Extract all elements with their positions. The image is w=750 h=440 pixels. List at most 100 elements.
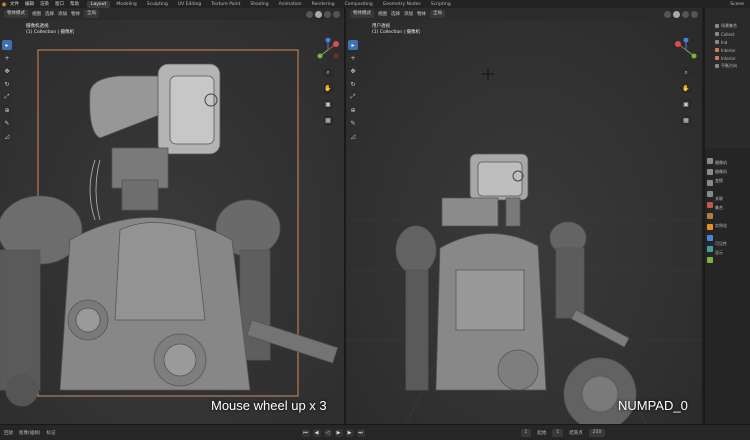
right-rendered-shading-icon[interactable] [691,10,698,18]
modifier-properties-icon[interactable] [706,235,713,241]
outliner-row[interactable]: 平衡方向 [705,62,750,70]
left-perspective-grid-icon[interactable]: ▦ [322,115,334,126]
menu-edit[interactable]: 编辑 [25,1,34,7]
left-zoom-icon[interactable]: ⌕ [322,67,334,78]
prop-row[interactable]: 变换 [715,176,750,185]
start-frame-field[interactable]: 1 [552,428,564,437]
render-properties-icon[interactable] [706,169,713,175]
prop-row[interactable]: 关联 [715,194,750,203]
tab-animation[interactable]: Animation [275,1,306,8]
outliner-row[interactable]: Collect [705,30,750,38]
right-axis-gizmo-icon[interactable] [674,38,698,62]
tool-properties-icon[interactable] [706,158,713,164]
left-camera-view-icon[interactable]: ▣ [322,99,334,110]
left-axis-gizmo-icon[interactable] [316,38,340,62]
physics-properties-icon[interactable] [706,246,713,252]
timeline-marker-menu[interactable]: 标记 [47,430,56,436]
left-material-shading-icon[interactable] [324,10,331,18]
outliner-row[interactable]: Interior [705,54,750,62]
tab-modeling[interactable]: Modeling [112,1,140,8]
outliner-row[interactable]: Interior [705,46,750,54]
right-menu-select[interactable]: 选择 [391,11,400,17]
outliner-row[interactable]: Ind [705,38,750,46]
right-wireframe-shading-icon[interactable] [664,10,671,18]
scene-selector[interactable]: Scene [730,2,744,7]
right-transform-orientation[interactable]: 全局 [430,10,445,18]
measure-tool-icon[interactable]: ◿ [2,131,12,141]
left-menu-view[interactable]: 视图 [32,11,41,17]
right-pan-hand-icon[interactable]: ✋ [680,83,692,94]
menu-file[interactable]: 文件 [10,1,19,7]
right-transform-tool-icon[interactable]: ⊕ [348,105,358,115]
right-camera-view-icon[interactable]: ▣ [680,99,692,110]
right-menu-add[interactable]: 添加 [404,11,413,17]
right-3d-viewport[interactable]: 用户透视 (1) Collection | 摄像机 ▸ + ✥ ↻ ⤢ ⊕ ✎ … [346,20,702,424]
camera-data-properties-icon[interactable] [706,257,713,263]
right-material-shading-icon[interactable] [682,10,689,18]
rotate-tool-icon[interactable]: ↻ [2,79,12,89]
play-icon[interactable]: ▶ [334,428,343,437]
tab-layout[interactable]: Layout [87,0,111,8]
right-perspective-grid-icon[interactable]: ▦ [680,115,692,126]
right-select-box-tool-icon[interactable]: ▸ [348,40,358,50]
prop-row[interactable] [715,212,750,221]
right-cursor-tool-icon[interactable]: + [348,53,358,63]
left-menu-select[interactable]: 选择 [45,11,54,17]
prop-row[interactable] [715,230,750,239]
right-annotate-tool-icon[interactable]: ✎ [348,118,358,128]
right-mode-dropdown[interactable]: 物体模式 [350,10,374,18]
right-solid-shading-icon[interactable] [673,10,680,18]
end-frame-field[interactable]: 250 [588,428,606,437]
jump-start-icon[interactable]: ⏮ [301,428,310,437]
tab-texture-paint[interactable]: Texture Paint [207,1,244,8]
tab-sculpting[interactable]: Sculpting [143,1,172,8]
blender-logo-icon[interactable]: ◉ [0,0,8,8]
next-key-icon[interactable]: ▶ [345,428,354,437]
right-move-tool-icon[interactable]: ✥ [348,66,358,76]
view-layer-properties-icon[interactable] [706,191,713,197]
menu-window[interactable]: 窗口 [55,1,64,7]
select-box-tool-icon[interactable]: ▸ [2,40,12,50]
current-frame-field[interactable]: 1 [520,428,532,437]
left-menu-add[interactable]: 添加 [58,11,67,17]
play-reverse-icon[interactable]: ◁ [323,428,332,437]
scene-properties-icon[interactable] [706,202,713,208]
right-menu-object[interactable]: 物体 [417,11,426,17]
left-menu-object[interactable]: 物体 [71,11,80,17]
prev-key-icon[interactable]: ◀ [312,428,321,437]
prop-row[interactable]: 可见性 [715,239,750,248]
right-scale-tool-icon[interactable]: ⤢ [348,92,358,102]
cursor-tool-icon[interactable]: + [2,53,12,63]
tab-scripting[interactable]: Scripting [427,1,455,8]
outliner-row[interactable]: 场景集合 [705,22,750,30]
prop-row[interactable]: 集合 [715,203,750,212]
scale-tool-icon[interactable]: ⤢ [2,92,12,102]
world-properties-icon[interactable] [706,213,713,219]
object-properties-icon[interactable] [706,224,713,230]
jump-end-icon[interactable]: ⏭ [356,428,365,437]
tab-rendering[interactable]: Rendering [308,1,339,8]
menu-render[interactable]: 渲染 [40,1,49,7]
menu-help[interactable]: 帮助 [70,1,79,7]
prop-row[interactable]: 摄像机 [715,167,750,176]
left-3d-viewport[interactable]: 摄像机透视 (1) Collection | 摄像机 ▸ + ✥ ↻ ⤢ ⊕ ✎… [0,20,344,424]
tab-geometry-nodes[interactable]: Geometry Nodes [379,1,425,8]
right-rotate-tool-icon[interactable]: ↻ [348,79,358,89]
left-mode-dropdown[interactable]: 物体模式 [4,10,28,18]
left-wireframe-shading-icon[interactable] [306,10,313,18]
tab-shading[interactable]: Shading [246,1,272,8]
left-transform-orientation[interactable]: 全局 [84,10,99,18]
tab-uv-editing[interactable]: UV Editing [174,1,205,8]
left-solid-shading-icon[interactable] [315,10,322,18]
prop-row[interactable] [715,185,750,194]
output-properties-icon[interactable] [706,180,713,186]
move-tool-icon[interactable]: ✥ [2,66,12,76]
prop-row[interactable]: 显示 [715,248,750,257]
right-measure-tool-icon[interactable]: ◿ [348,131,358,141]
tab-compositing[interactable]: Compositing [341,1,377,8]
right-zoom-icon[interactable]: ⌕ [680,67,692,78]
left-pan-hand-icon[interactable]: ✋ [322,83,334,94]
prop-row[interactable]: 实例化 [715,221,750,230]
annotate-tool-icon[interactable]: ✎ [2,118,12,128]
prop-row[interactable]: 摄像机 [715,158,750,167]
